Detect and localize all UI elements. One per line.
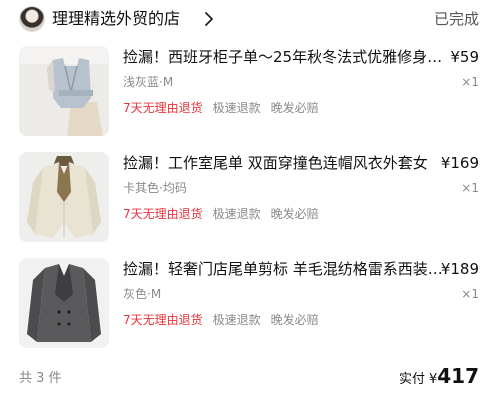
product-price: ¥59 [450,48,479,66]
product-variant: 灰色·M [123,287,162,301]
product-thumbnail[interactable] [19,46,109,136]
shop-header[interactable]: 理理精选外贸的店 已完成 [0,0,500,40]
vest-and-skirt-photo-icon [19,46,109,136]
product-quantity: ×1 [461,287,479,301]
order-item[interactable]: 捡漏！工作室尾单 双面穿撞色连帽风衣外套女 ¥169 卡其色·均码 ×1 7天无… [0,152,500,244]
late-delivery-compensation-tag: 晚发必赔 [270,207,319,221]
product-variant: 浅灰蓝·M [123,75,174,89]
product-title[interactable]: 捡漏！工作室尾单 双面穿撞色连帽风衣外套女 [123,152,448,174]
product-title[interactable]: 捡漏！西班牙柜子单～25年秋冬法式优雅修身显瘦时髦马甲 [123,46,448,68]
trench-coat-photo-icon [19,152,109,242]
item-count: 共 3 件 [19,371,62,386]
product-price: ¥169 [440,154,479,172]
product-thumbnail[interactable] [19,152,109,242]
product-price: ¥189 [440,260,479,278]
total-currency: ¥ [428,372,438,387]
service-tags: 7天无理由退货 极速退款 晚发必赔 [123,205,329,223]
product-thumbnail[interactable] [19,258,109,348]
late-delivery-compensation-tag: 晚发必赔 [270,101,319,115]
product-title[interactable]: 捡漏！轻奢门店尾单剪标 羊毛混纺格雷系西装大衣 [123,258,448,280]
product-quantity: ×1 [461,75,479,89]
fast-refund-tag: 极速退款 [212,313,261,327]
grey-blazer-photo-icon [19,258,109,348]
service-tags: 7天无理由退货 极速退款 晚发必赔 [123,311,329,329]
fast-refund-tag: 极速退款 [212,207,261,221]
total-label: 实付 [398,372,425,387]
return-policy-tag: 7天无理由退货 [123,313,203,327]
fast-refund-tag: 极速退款 [212,101,261,115]
shop-name[interactable]: 理理精选外贸的店 [52,8,180,30]
order-total: 实付 ¥417 [399,364,479,388]
return-policy-tag: 7天无理由退货 [123,101,203,115]
service-tags: 7天无理由退货 极速退款 晚发必赔 [123,99,329,117]
chevron-right-icon[interactable] [202,9,216,29]
order-item[interactable]: 捡漏！西班牙柜子单～25年秋冬法式优雅修身显瘦时髦马甲 ¥59 浅灰蓝·M ×1… [0,46,500,138]
shop-avatar[interactable] [19,6,45,32]
late-delivery-compensation-tag: 晚发必赔 [270,313,319,327]
product-quantity: ×1 [461,181,479,195]
product-variant: 卡其色·均码 [123,181,187,195]
order-item[interactable]: 捡漏！轻奢门店尾单剪标 羊毛混纺格雷系西装大衣 ¥189 灰色·M ×1 7天无… [0,258,500,350]
order-status: 已完成 [433,10,479,28]
total-amount: 417 [437,364,479,388]
return-policy-tag: 7天无理由退货 [123,207,203,221]
